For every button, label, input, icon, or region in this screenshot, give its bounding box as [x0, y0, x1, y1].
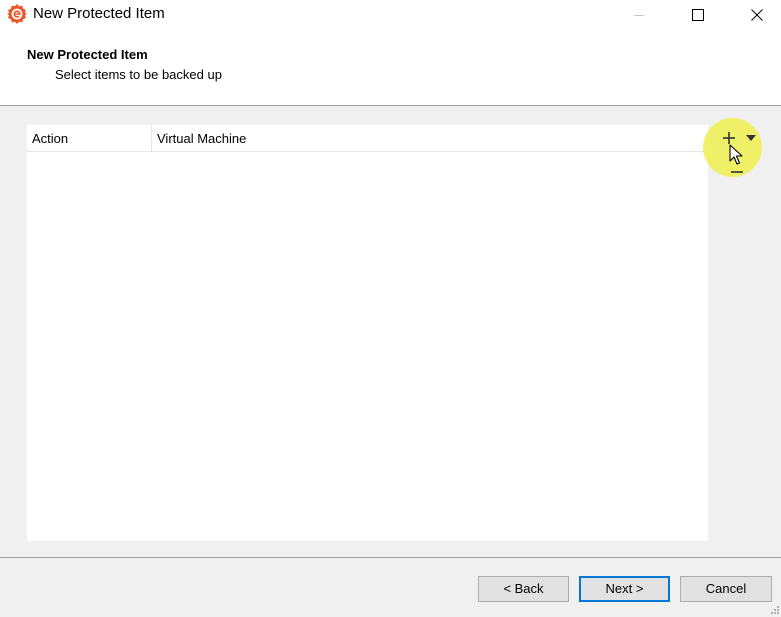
resize-grip-icon[interactable]	[770, 605, 780, 615]
minus-icon	[731, 171, 743, 173]
footer-divider	[0, 557, 781, 558]
header-divider	[0, 105, 781, 106]
minimize-button[interactable]	[616, 0, 662, 29]
app-logo-icon	[7, 4, 27, 24]
close-icon	[751, 8, 763, 21]
page-title: New Protected Item	[27, 47, 148, 62]
page-subtitle: Select items to be backed up	[55, 67, 222, 82]
next-button[interactable]: Next >	[579, 576, 670, 602]
add-options-dropdown[interactable]	[744, 132, 758, 144]
mouse-pointer-icon	[729, 144, 743, 165]
dialog-window: New Protected Item New Protected Item Se…	[0, 0, 781, 617]
back-button[interactable]: < Back	[478, 576, 569, 602]
wizard-header: New Protected Item Select items to be ba…	[0, 29, 781, 105]
column-header-virtual-machine[interactable]: Virtual Machine	[152, 125, 708, 152]
maximize-icon	[692, 8, 704, 21]
protected-items-list[interactable]: Action Virtual Machine	[27, 125, 708, 541]
plus-icon	[723, 132, 735, 144]
maximize-button[interactable]	[675, 0, 721, 29]
close-button[interactable]	[734, 0, 780, 29]
window-title: New Protected Item	[33, 5, 165, 22]
title-bar[interactable]: New Protected Item	[0, 0, 781, 29]
minimize-icon	[634, 14, 644, 16]
column-header-action[interactable]: Action	[27, 125, 152, 152]
caret-down-icon	[746, 135, 756, 141]
cancel-button[interactable]: Cancel	[680, 576, 772, 602]
list-header: Action Virtual Machine	[27, 125, 708, 152]
